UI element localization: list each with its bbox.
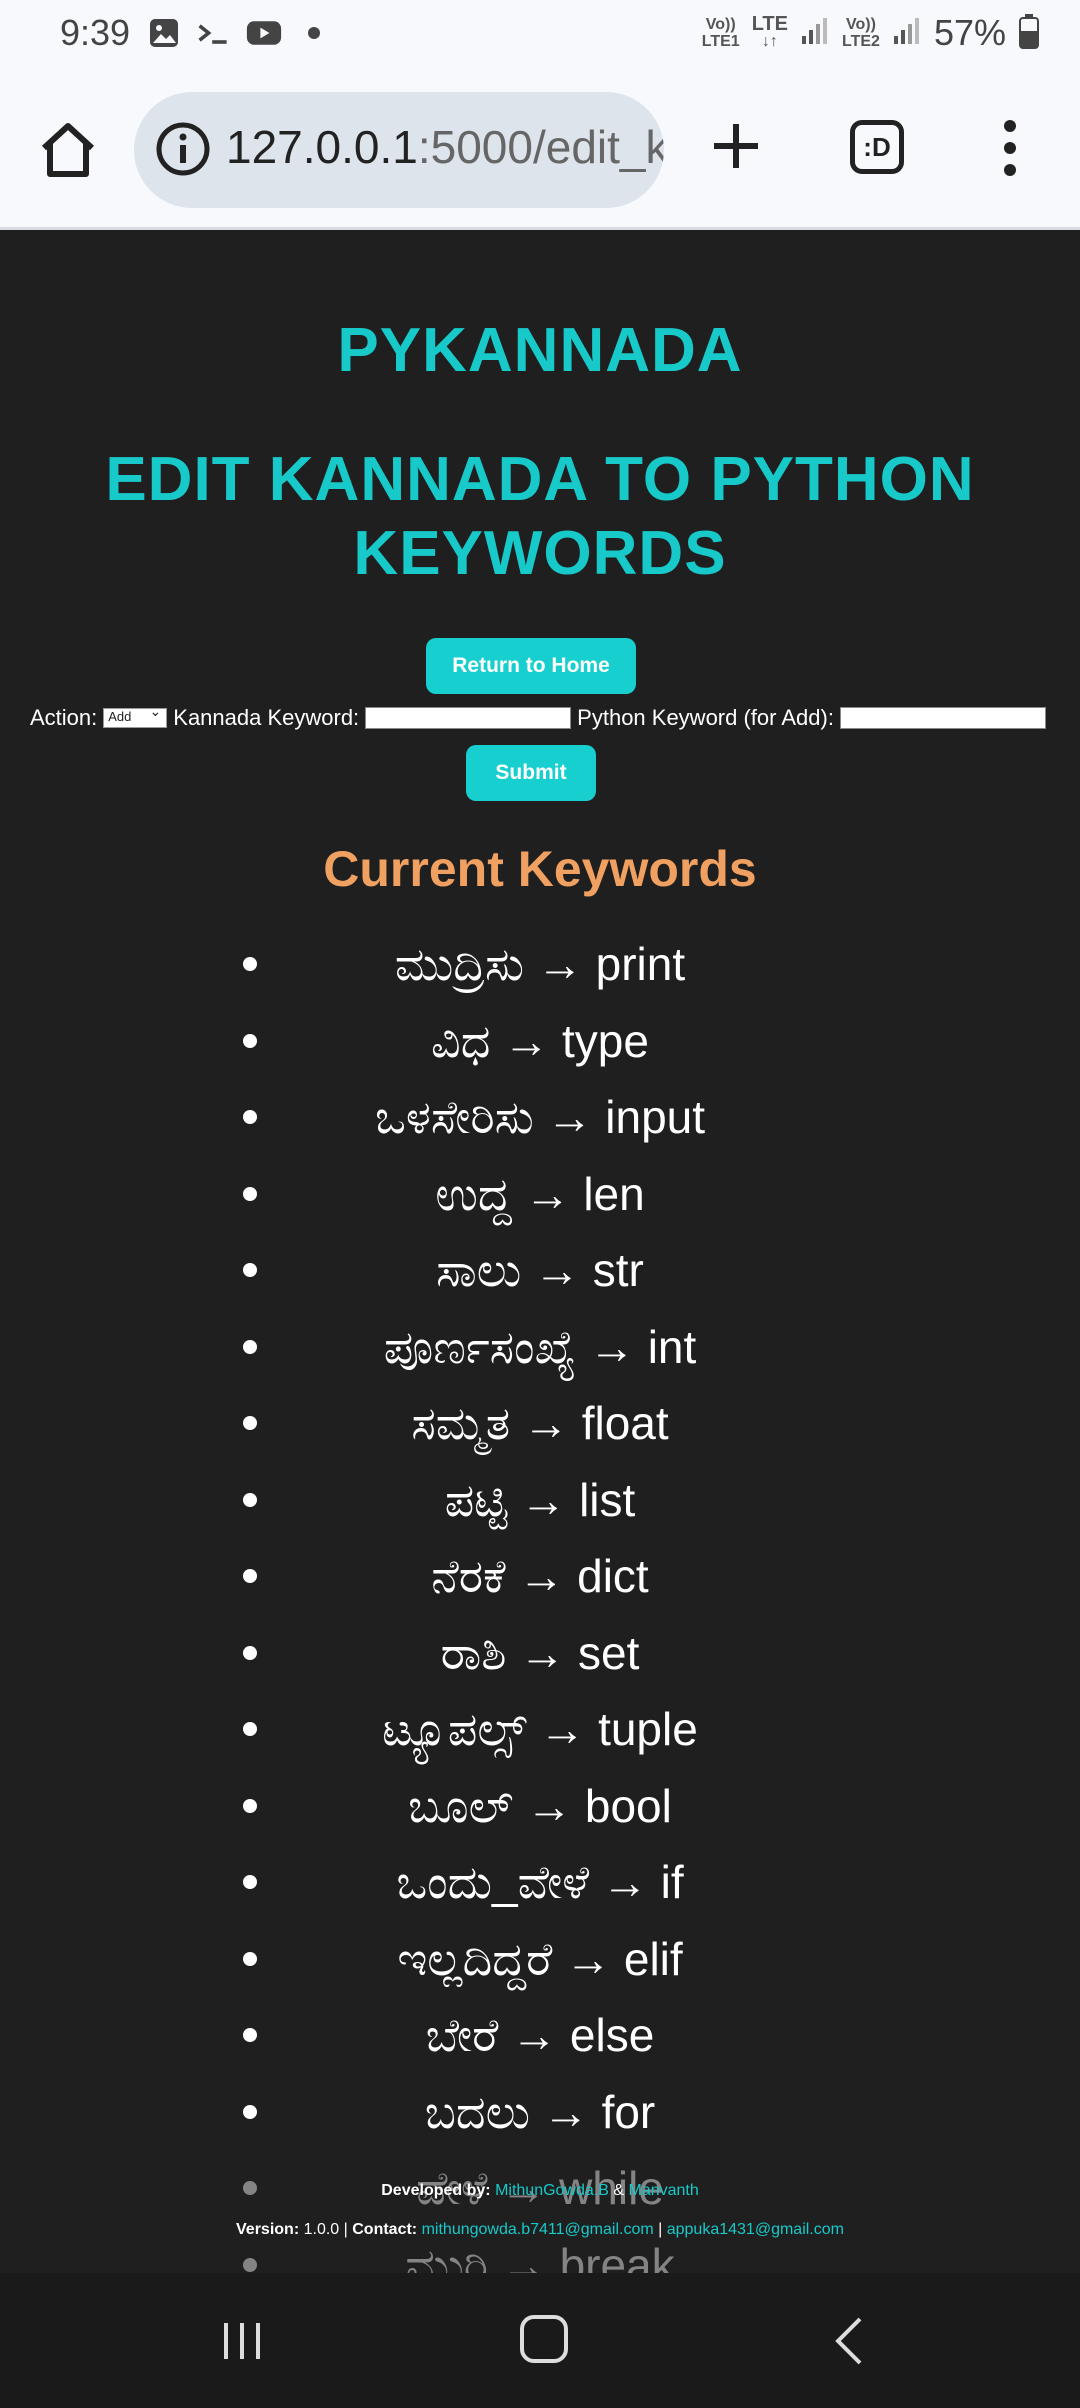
keyword-item: ಮುದ್ರಿಸು → print	[0, 939, 1080, 1016]
keyword-item: ವಿಧ → type	[0, 1016, 1080, 1093]
keyword-text: ಸಾಲು → str	[436, 1244, 644, 1296]
signal-icon	[800, 16, 830, 51]
bullet-icon	[243, 1110, 257, 1124]
keyword-text: ಬೇರೆ → else	[425, 2009, 655, 2061]
kannada-keyword-input[interactable]	[365, 707, 572, 729]
email-link-2[interactable]: appuka1431@gmail.com	[667, 2221, 844, 2238]
keyword-item: ಬೂಲ್ → bool	[0, 1781, 1080, 1858]
bullet-icon	[243, 2104, 257, 2119]
bullet-icon	[243, 2028, 257, 2042]
lte-indicator: LTE ↓↑	[751, 13, 788, 50]
more-menu-icon[interactable]	[990, 116, 1030, 180]
return-home-button[interactable]: Return to Home	[426, 638, 636, 694]
bullet-icon	[243, 1798, 257, 1813]
back-icon[interactable]	[830, 2315, 870, 2367]
browser-toolbar: 127.0.0.1:5000/edit_k :D	[0, 70, 1080, 230]
youtube-icon	[246, 16, 282, 50]
bullet-icon	[243, 1416, 257, 1430]
bullet-icon	[243, 1875, 257, 1889]
keyword-item: ಒಂದು_ವೇಳೆ → if	[0, 1857, 1080, 1934]
keyword-item: ಬೇರೆ → else	[0, 2010, 1080, 2087]
email-link-1[interactable]: mithungowda.b7411@gmail.com	[422, 2221, 654, 2238]
browser-home-icon[interactable]	[36, 118, 100, 182]
footer-credits: Developed by: MithunGowda.B & Manvanth	[381, 2182, 699, 2199]
keyword-list: ಮುದ್ರಿಸು → print ವಿಧ → type ಒಳಸೇರಿಸು → inp…	[0, 939, 1080, 2273]
address-bar[interactable]: 127.0.0.1:5000/edit_k	[134, 92, 664, 208]
keyword-text: ಒಂದು_ವೇಳೆ → if	[396, 1856, 684, 1908]
bullet-icon	[243, 1339, 257, 1354]
keyword-item: ಸಮ್ಮತ → float	[0, 1398, 1080, 1475]
developer-link-1[interactable]: MithunGowda.B	[495, 2182, 609, 2199]
system-nav-bar	[0, 2273, 1080, 2408]
keyword-item: ಇಲ್ಲದಿದ್ದರೆ → elif	[0, 1934, 1080, 2011]
keyword-item: ಉದ್ದ → len	[0, 1169, 1080, 1246]
keyword-text: ಬದಲು → for	[424, 2085, 656, 2138]
bullet-icon	[243, 1951, 257, 1966]
action-select[interactable]: Add	[103, 703, 168, 728]
clock: 9:39	[60, 12, 131, 53]
recents-icon[interactable]	[220, 2319, 264, 2363]
signal-icon	[892, 16, 922, 51]
footer: Developed by: MithunGowda.B & Manvanth V…	[0, 2140, 1080, 2273]
brand-title: PYKANNADA	[337, 316, 743, 385]
kannada-keyword-label: Kannada Keyword:	[173, 705, 360, 730]
keyword-item: ಟ್ಯೂಪಲ್ಸ್ → tuple	[0, 1704, 1080, 1781]
action-label: Action:	[30, 705, 98, 730]
keyword-text: ಟ್ಯೂಪಲ್ಸ್ → tuple	[382, 1703, 698, 1755]
url-text[interactable]: 127.0.0.1:5000/edit_k	[226, 120, 664, 174]
keyword-text: ಬೂಲ್ → bool	[408, 1779, 672, 1832]
keyword-text: ಒಳಸೇರಿಸು → input	[374, 1091, 706, 1143]
keyword-text: ಸಮ್ಮತ → float	[411, 1397, 669, 1449]
sim1-indicator: Vo)) LTE1	[701, 16, 740, 50]
keyword-item: ಒಳಸೇರಿಸು → input	[0, 1092, 1080, 1169]
bullet-icon	[243, 1033, 257, 1048]
footer-contact: Version: 1.0.0 | Contact: mithungowda.b7…	[236, 2221, 844, 2238]
system-indicators: Vo)) LTE1 LTE ↓↑ Vo)) LTE2 57%	[702, 12, 1040, 54]
developer-link-2[interactable]: Manvanth	[628, 2182, 698, 2199]
tab-switcher-button[interactable]: :D	[850, 120, 904, 174]
python-keyword-input[interactable]	[839, 707, 1046, 729]
keyword-item: ಪೂರ್ಣಸಂಖ್ಯೆ → int	[0, 1322, 1080, 1399]
battery-percent: 57%	[933, 12, 1006, 53]
dot-icon	[296, 16, 332, 50]
bullet-icon	[243, 1569, 257, 1583]
terminal-icon	[196, 16, 232, 50]
bullet-icon	[243, 1263, 257, 1277]
site-info-icon[interactable]	[154, 120, 212, 178]
bullet-icon	[243, 1645, 257, 1660]
keyword-text: ವಿಧ → type	[431, 1014, 649, 1067]
keyword-item: ರಾಶಿ → set	[0, 1628, 1080, 1705]
keyword-text: ರಾಶಿ → set	[440, 1626, 640, 1679]
keyword-item: ಪಟ್ಟಿ → list	[0, 1475, 1080, 1552]
current-keywords-title: Current Keywords	[323, 841, 757, 897]
submit-button[interactable]: Submit	[466, 745, 596, 801]
python-keyword-label: Python Keyword (for Add):	[577, 705, 834, 730]
keyword-item: ನೆರಕೆ → dict	[0, 1551, 1080, 1628]
bullet-icon	[243, 957, 257, 971]
notification-icons	[146, 16, 332, 50]
keyword-text: ನೆರಕೆ → dict	[431, 1550, 649, 1602]
new-tab-icon[interactable]	[706, 116, 766, 176]
bullet-icon	[243, 1492, 257, 1507]
keyword-item: ಸಾಲು → str	[0, 1245, 1080, 1322]
web-page: PYKANNADA EDIT KANNADA TO PYTHON KEYWORD…	[0, 233, 1080, 2273]
keyword-text: ಪಟ್ಟಿ → list	[444, 1473, 636, 1526]
bullet-icon	[243, 1186, 257, 1201]
bullet-icon	[243, 1722, 257, 1736]
status-bar: 9:39 Vo)) LTE1 LTE ↓↑ Vo)) LTE2 57%	[0, 0, 1080, 70]
edit-form: Action: Add Kannada Keyword: Python Keyw…	[30, 703, 1052, 733]
keyword-text: ಮುದ್ರಿಸು → print	[394, 938, 686, 990]
gallery-icon	[146, 16, 182, 50]
page-title: EDIT KANNADA TO PYTHON KEYWORDS	[105, 445, 975, 588]
battery-icon	[1018, 13, 1040, 54]
keyword-text: ಇಲ್ಲದಿದ್ದರೆ → elif	[397, 1932, 683, 1985]
sim2-indicator: Vo)) LTE2	[842, 16, 880, 50]
keyword-text: ಪೂರ್ಣಸಂಖ್ಯೆ → int	[383, 1320, 697, 1373]
keyword-text: ಉದ್ದ → len	[435, 1167, 645, 1220]
home-nav-icon[interactable]	[520, 2315, 568, 2363]
